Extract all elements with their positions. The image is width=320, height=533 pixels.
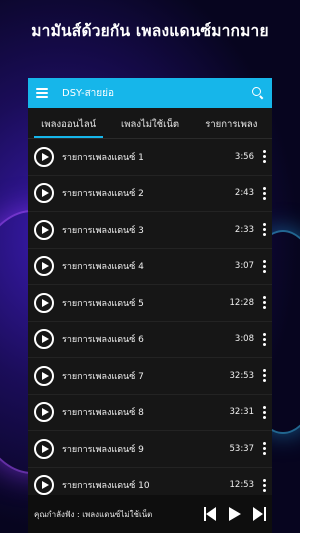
song-title: รายการเพลงแดนซ์ 9 [62,444,144,455]
skip-previous-icon[interactable] [204,507,217,521]
song-list: รายการเพลงแดนซ์ 1 3:56 รายการเพลงแดนซ์ 2 2:… [28,139,272,504]
more-vert-icon[interactable] [262,478,266,492]
play-circle-icon[interactable] [34,292,54,313]
mini-player: คุณกำลังฟัง : เพลงแดนซ์ไม่ใช้เน็ต [28,495,272,533]
more-vert-icon[interactable] [262,223,266,237]
more-vert-icon[interactable] [262,186,266,200]
more-vert-icon[interactable] [262,442,266,456]
promo-headline: มามันส์ด้วยกัน เพลงแดนซ์มากมาย [31,22,269,40]
play-circle-icon[interactable] [34,146,54,167]
song-duration: 3:08 [234,334,254,345]
song-duration: 2:33 [234,224,254,235]
song-title: รายการเพลงแดนซ์ 3 [62,225,144,236]
more-vert-icon[interactable] [262,259,266,273]
song-row[interactable]: รายการเพลงแดนซ์ 8 32:31 [28,395,272,431]
tab-offline-songs[interactable]: เพลงไม่ใช้เน็ต [109,117,190,138]
tab-playlist[interactable]: รายการเพลง [191,117,272,138]
play-circle-icon[interactable] [34,329,54,350]
song-row[interactable]: รายการเพลงแดนซ์ 1 3:56 [28,139,272,176]
more-vert-icon[interactable] [262,150,266,164]
more-vert-icon[interactable] [262,369,266,383]
menu-icon[interactable] [36,88,48,98]
tab-bar: เพลงออนไลน์ เพลงไม่ใช้เน็ต รายการเพลง [28,108,272,139]
song-title: รายการเพลงแดนซ์ 10 [62,481,150,492]
more-vert-icon[interactable] [262,405,266,419]
song-title: รายการเพลงแดนซ์ 1 [62,152,144,163]
song-row[interactable]: รายการเพลงแดนซ์ 3 2:33 [28,212,272,249]
play-circle-icon[interactable] [34,438,54,459]
song-row[interactable]: รายการเพลงแดนซ์ 4 3:07 [28,249,272,285]
now-playing-label: คุณกำลังฟัง : เพลงแดนซ์ไม่ใช้เน็ต [34,509,153,519]
play-circle-icon[interactable] [34,183,54,204]
tab-online-songs[interactable]: เพลงออนไลน์ [28,117,109,138]
song-duration: 53:37 [229,443,255,454]
play-circle-icon[interactable] [34,256,54,277]
song-row[interactable]: รายการเพลงแดนซ์ 6 3:08 [28,322,272,358]
more-vert-icon[interactable] [262,296,266,310]
song-duration: 3:07 [234,261,254,272]
song-title: รายการเพลงแดนซ์ 5 [62,298,144,309]
song-row[interactable]: รายการเพลงแดนซ์ 5 12:28 [28,285,272,322]
play-circle-icon[interactable] [34,365,54,386]
play-circle-icon[interactable] [34,219,54,240]
search-icon[interactable] [252,87,264,100]
app-bar: DSY-สายย่อ [28,78,272,108]
song-duration: 32:53 [229,370,255,381]
app-screen: มามันส์ด้วยกัน เพลงแดนซ์มากมาย DSY-สายย่… [0,0,300,533]
song-row[interactable]: รายการเพลงแดนซ์ 9 53:37 [28,431,272,468]
song-row[interactable]: รายการเพลงแดนซ์ 2 2:43 [28,176,272,212]
song-duration: 2:43 [234,188,254,199]
song-duration: 32:31 [229,407,255,418]
song-title: รายการเพลงแดนซ์ 2 [62,189,144,200]
app-title: DSY-สายย่อ [62,87,115,99]
more-vert-icon[interactable] [262,332,266,346]
song-title: รายการเพลงแดนซ์ 4 [62,262,144,273]
play-circle-icon[interactable] [34,475,54,496]
song-duration: 12:28 [229,297,255,308]
song-title: รายการเพลงแดนซ์ 6 [62,335,144,346]
song-duration: 3:56 [234,151,254,162]
app-window: DSY-สายย่อ เพลงออนไลน์ เพลงไม่ใช้เน็ต รา… [28,78,272,533]
song-row[interactable]: รายการเพลงแดนซ์ 7 32:53 [28,358,272,395]
song-title: รายการเพลงแดนซ์ 8 [62,408,144,419]
play-circle-icon[interactable] [34,402,54,423]
song-duration: 12:53 [229,480,255,491]
skip-next-icon[interactable] [253,507,266,521]
song-title: รายการเพลงแดนซ์ 7 [62,371,144,382]
play-icon[interactable] [229,507,241,521]
